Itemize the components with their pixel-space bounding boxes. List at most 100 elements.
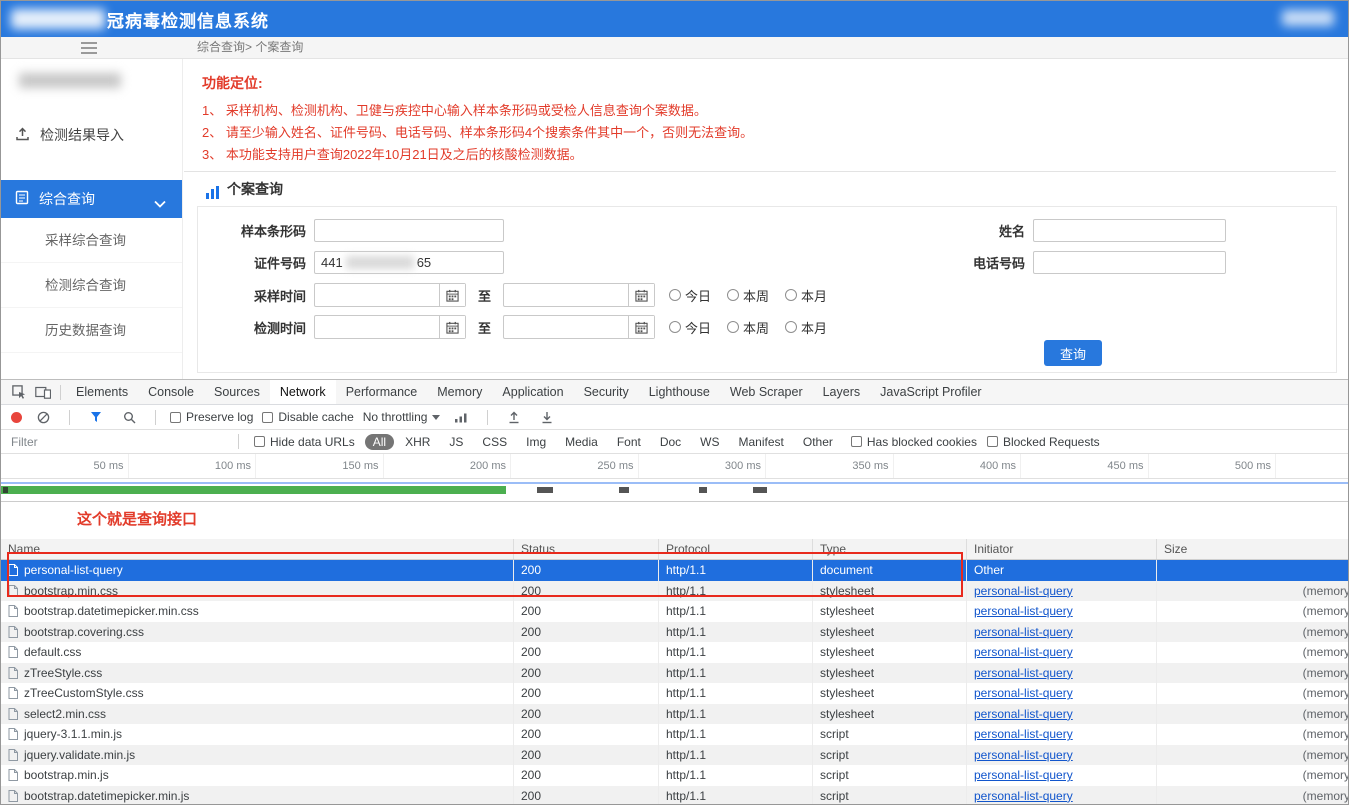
- devtools-tab[interactable]: Application: [492, 380, 573, 404]
- import-har-icon[interactable]: [502, 406, 526, 428]
- devtools-tab[interactable]: Performance: [336, 380, 428, 404]
- checkbox-icon[interactable]: [254, 436, 265, 447]
- radio-option[interactable]: 今日: [669, 318, 711, 337]
- network-conditions-icon[interactable]: [449, 406, 473, 428]
- sample-time-end-input[interactable]: [503, 283, 656, 307]
- type-filter-pill[interactable]: XHR: [397, 434, 438, 450]
- throttling-dropdown[interactable]: No throttling: [363, 410, 441, 424]
- export-har-icon[interactable]: [535, 406, 559, 428]
- type-filter-pill[interactable]: JS: [441, 434, 471, 450]
- devtools-tab[interactable]: Console: [138, 380, 204, 404]
- request-initiator[interactable]: personal-list-query: [974, 789, 1073, 803]
- column-header[interactable]: Size: [1157, 539, 1348, 559]
- radio-option[interactable]: 本月: [785, 286, 827, 305]
- network-request-row[interactable]: bootstrap.covering.css 200 http/1.1 styl…: [1, 621, 1348, 642]
- type-filter-pill[interactable]: Img: [518, 434, 554, 450]
- phone-input[interactable]: [1033, 251, 1226, 274]
- radio-icon[interactable]: [785, 321, 798, 333]
- record-icon[interactable]: [11, 411, 22, 423]
- test-time-end-input[interactable]: [503, 315, 656, 339]
- radio-icon[interactable]: [727, 321, 740, 333]
- inspect-icon[interactable]: [7, 381, 31, 403]
- column-header[interactable]: Initiator: [967, 539, 1157, 559]
- devtools-tab[interactable]: Layers: [813, 380, 871, 404]
- radio-icon[interactable]: [727, 289, 740, 301]
- radio-option[interactable]: 今日: [669, 286, 711, 305]
- devtools-tab[interactable]: Network: [269, 380, 336, 404]
- request-initiator[interactable]: personal-list-query: [974, 645, 1073, 659]
- radio-option[interactable]: 本月: [785, 318, 827, 337]
- test-time-start-input[interactable]: [314, 315, 466, 339]
- radio-icon[interactable]: [785, 289, 798, 301]
- filter-icon[interactable]: [84, 406, 108, 428]
- request-initiator[interactable]: personal-list-query: [974, 604, 1073, 618]
- id-number-input[interactable]: 441 65: [314, 251, 504, 274]
- sidebar-subitem[interactable]: 检测综合查询: [1, 263, 182, 308]
- menu-toggle-icon[interactable]: [77, 41, 101, 55]
- type-filter-pill[interactable]: Manifest: [731, 434, 792, 450]
- request-initiator[interactable]: personal-list-query: [974, 727, 1073, 741]
- network-request-row[interactable]: default.css 200 http/1.1 stylesheet pers…: [1, 642, 1348, 663]
- request-initiator[interactable]: personal-list-query: [974, 625, 1073, 639]
- network-request-row[interactable]: bootstrap.datetimepicker.min.js 200 http…: [1, 785, 1348, 804]
- column-header[interactable]: Name: [1, 539, 514, 559]
- network-request-row[interactable]: zTreeStyle.css 200 http/1.1 stylesheet p…: [1, 662, 1348, 683]
- tab-case-query[interactable]: 个案查询: [206, 179, 283, 199]
- network-request-row[interactable]: zTreeCustomStyle.css 200 http/1.1 styles…: [1, 683, 1348, 704]
- network-request-row[interactable]: jquery.validate.min.js 200 http/1.1 scri…: [1, 744, 1348, 765]
- filter-input[interactable]: [11, 434, 223, 449]
- has-blocked-cookies-checkbox[interactable]: Has blocked cookies: [850, 435, 977, 449]
- network-request-row[interactable]: bootstrap.datetimepicker.min.css 200 htt…: [1, 601, 1348, 622]
- barcode-input[interactable]: [314, 219, 504, 242]
- column-header[interactable]: Type: [813, 539, 967, 559]
- devtools-tab[interactable]: JavaScript Profiler: [870, 380, 991, 404]
- request-initiator[interactable]: personal-list-query: [974, 707, 1073, 721]
- checkbox-icon[interactable]: [850, 436, 862, 447]
- name-input[interactable]: [1033, 219, 1226, 242]
- query-button[interactable]: 查询: [1044, 340, 1102, 366]
- type-filter-pill[interactable]: CSS: [474, 434, 515, 450]
- blocked-requests-checkbox[interactable]: Blocked Requests: [986, 435, 1100, 449]
- sample-time-start-input[interactable]: [314, 283, 466, 307]
- network-request-row[interactable]: jquery-3.1.1.min.js 200 http/1.1 script …: [1, 724, 1348, 745]
- devtools-tab[interactable]: Security: [574, 380, 639, 404]
- request-initiator[interactable]: personal-list-query: [974, 748, 1073, 762]
- type-filter-pill[interactable]: Media: [557, 434, 606, 450]
- type-filter-pill[interactable]: All: [364, 433, 395, 450]
- calendar-icon[interactable]: [439, 284, 465, 306]
- devtools-tab[interactable]: Lighthouse: [639, 380, 720, 404]
- preserve-log-checkbox[interactable]: Preserve log: [170, 410, 253, 424]
- radio-icon[interactable]: [669, 321, 682, 333]
- calendar-icon[interactable]: [628, 284, 655, 306]
- type-filter-pill[interactable]: Doc: [652, 434, 689, 450]
- disable-cache-checkbox[interactable]: Disable cache: [262, 410, 354, 424]
- network-request-row[interactable]: personal-list-query 200 http/1.1 documen…: [1, 560, 1348, 581]
- radio-icon[interactable]: [669, 289, 682, 301]
- type-filter-pill[interactable]: WS: [692, 434, 727, 450]
- network-request-row[interactable]: bootstrap.min.css 200 http/1.1 styleshee…: [1, 580, 1348, 601]
- calendar-icon[interactable]: [628, 316, 655, 338]
- devtools-tab[interactable]: Memory: [427, 380, 492, 404]
- column-header[interactable]: Protocol: [659, 539, 813, 559]
- type-filter-pill[interactable]: Other: [795, 434, 841, 450]
- checkbox-icon[interactable]: [262, 411, 274, 423]
- clear-icon[interactable]: [31, 406, 55, 428]
- request-initiator[interactable]: Other: [974, 563, 1004, 577]
- sidebar-item-result-import[interactable]: 检测结果导入: [1, 116, 182, 154]
- sidebar-subitem[interactable]: 采样综合查询: [1, 218, 182, 263]
- devtools-tab[interactable]: Web Scraper: [720, 380, 813, 404]
- network-request-row[interactable]: bootstrap.min.js 200 http/1.1 script per…: [1, 765, 1348, 786]
- radio-option[interactable]: 本周: [727, 286, 769, 305]
- request-initiator[interactable]: personal-list-query: [974, 584, 1073, 598]
- device-toolbar-icon[interactable]: [31, 381, 55, 403]
- request-initiator[interactable]: personal-list-query: [974, 768, 1073, 782]
- network-request-row[interactable]: select2.min.css 200 http/1.1 stylesheet …: [1, 703, 1348, 724]
- column-header[interactable]: Status: [514, 539, 659, 559]
- checkbox-icon[interactable]: [170, 411, 181, 423]
- request-initiator[interactable]: personal-list-query: [974, 686, 1073, 700]
- search-icon[interactable]: [117, 406, 141, 428]
- sidebar-subitem[interactable]: 历史数据查询: [1, 308, 182, 353]
- calendar-icon[interactable]: [439, 316, 465, 338]
- hide-data-urls-checkbox[interactable]: Hide data URLs: [254, 435, 355, 449]
- devtools-tab[interactable]: Elements: [66, 380, 138, 404]
